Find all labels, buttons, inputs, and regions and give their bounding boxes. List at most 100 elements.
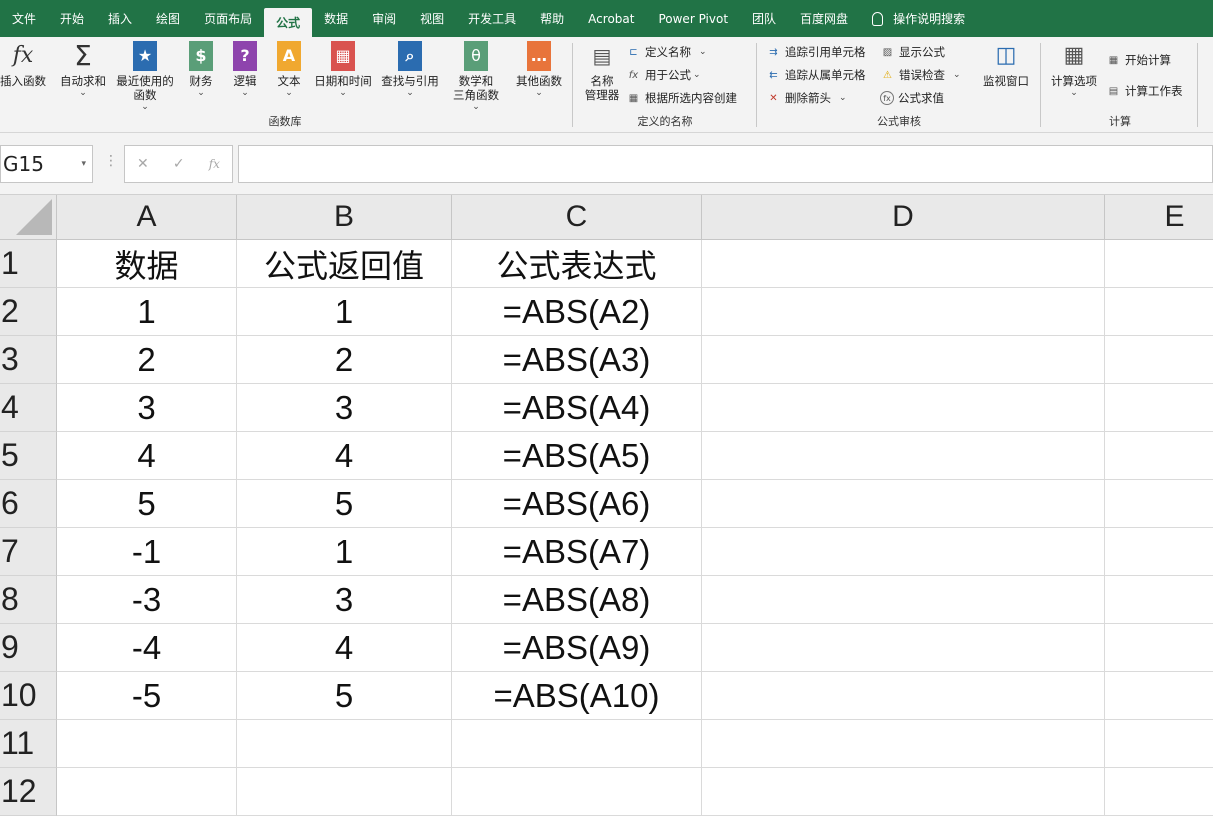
cell-a7[interactable]: -1 (57, 528, 237, 576)
column-header-a[interactable]: A (57, 195, 237, 240)
tab-baidu-netdisk[interactable]: 百度网盘 (788, 0, 860, 37)
cell-b2[interactable]: 1 (237, 288, 452, 336)
logical-button[interactable]: ? 逻辑 ⌄ (228, 41, 262, 98)
cell-b9[interactable]: 4 (237, 624, 452, 672)
column-header-b[interactable]: B (237, 195, 452, 240)
cell-a10[interactable]: -5 (57, 672, 237, 720)
enter-icon[interactable]: ✓ (173, 156, 185, 172)
lookup-reference-button[interactable]: ⌕ 查找与引用 ⌄ (378, 41, 442, 98)
tab-view[interactable]: 视图 (408, 0, 456, 37)
cell-a3[interactable]: 2 (57, 336, 237, 384)
evaluate-formula-button[interactable]: fx 公式求值 (880, 88, 944, 108)
cell-c4[interactable]: =ABS(A4) (452, 384, 702, 432)
financial-button[interactable]: $ 财务 ⌄ (184, 41, 218, 98)
cell-a4[interactable]: 3 (57, 384, 237, 432)
watch-window-button[interactable]: ◫ 监视窗口 (980, 41, 1032, 89)
row-header-4[interactable]: 4 (0, 384, 57, 432)
cell-a11[interactable] (57, 720, 237, 768)
row-header-8[interactable]: 8 (0, 576, 57, 624)
tab-file[interactable]: 文件 (0, 0, 48, 37)
row-header-1[interactable]: 1 (0, 240, 57, 288)
cell-d3[interactable] (702, 336, 1105, 384)
cell-a9[interactable]: -4 (57, 624, 237, 672)
cell-c2[interactable]: =ABS(A2) (452, 288, 702, 336)
row-header-3[interactable]: 3 (0, 336, 57, 384)
tab-insert[interactable]: 插入 (96, 0, 144, 37)
cell-b4[interactable]: 3 (237, 384, 452, 432)
math-trig-button[interactable]: θ 数学和 三角函数 ⌄ (446, 41, 506, 112)
cell-d1[interactable] (702, 240, 1105, 288)
tab-formulas[interactable]: 公式 (264, 8, 313, 37)
cell-c12[interactable] (452, 768, 702, 816)
text-button[interactable]: A 文本 ⌄ (272, 41, 306, 98)
column-header-e[interactable]: E (1105, 195, 1213, 240)
cell-e3[interactable] (1105, 336, 1213, 384)
cell-c3[interactable]: =ABS(A3) (452, 336, 702, 384)
tab-power-pivot[interactable]: Power Pivot (646, 0, 740, 37)
cell-e6[interactable] (1105, 480, 1213, 528)
row-header-2[interactable]: 2 (0, 288, 57, 336)
cell-a1[interactable]: 数据 (57, 240, 237, 288)
name-box[interactable]: G15 ▾ (0, 145, 93, 183)
cell-e1[interactable] (1105, 240, 1213, 288)
cancel-icon[interactable]: ✕ (137, 156, 149, 172)
autosum-button[interactable]: Σ 自动求和 ⌄ (58, 41, 108, 99)
cell-d5[interactable] (702, 432, 1105, 480)
cell-b11[interactable] (237, 720, 452, 768)
tab-review[interactable]: 审阅 (360, 0, 408, 37)
cell-e5[interactable] (1105, 432, 1213, 480)
fx-icon[interactable]: fx (209, 157, 220, 171)
row-header-6[interactable]: 6 (0, 480, 57, 528)
cell-c8[interactable]: =ABS(A8) (452, 576, 702, 624)
tab-page-layout[interactable]: 页面布局 (192, 0, 264, 37)
cell-d10[interactable] (702, 672, 1105, 720)
define-name-button[interactable]: ⊏ 定义名称 ⌄ (626, 42, 706, 62)
show-formulas-button[interactable]: ▨ 显示公式 (880, 42, 945, 62)
cell-a2[interactable]: 1 (57, 288, 237, 336)
chevron-down-icon[interactable]: ▾ (81, 159, 92, 169)
recently-used-button[interactable]: ★ 最近使用的 函数 ⌄ (114, 41, 176, 112)
cell-b5[interactable]: 4 (237, 432, 452, 480)
tab-developer[interactable]: 开发工具 (456, 0, 528, 37)
cell-b6[interactable]: 5 (237, 480, 452, 528)
tell-me-search[interactable]: 操作说明搜索 (860, 0, 965, 37)
tab-data[interactable]: 数据 (312, 0, 360, 37)
cell-e8[interactable] (1105, 576, 1213, 624)
column-header-c[interactable]: C (452, 195, 702, 240)
cell-d4[interactable] (702, 384, 1105, 432)
row-header-12[interactable]: 12 (0, 768, 57, 816)
date-time-button[interactable]: ▦ 日期和时间 ⌄ (312, 41, 374, 98)
cell-d7[interactable] (702, 528, 1105, 576)
cell-c9[interactable]: =ABS(A9) (452, 624, 702, 672)
cell-e11[interactable] (1105, 720, 1213, 768)
row-header-10[interactable]: 10 (0, 672, 57, 720)
row-header-5[interactable]: 5 (0, 432, 57, 480)
cell-e7[interactable] (1105, 528, 1213, 576)
trace-dependents-button[interactable]: ⇇ 追踪从属单元格 (766, 65, 865, 85)
select-all-button[interactable] (0, 195, 57, 240)
column-header-d[interactable]: D (702, 195, 1105, 240)
cell-c1[interactable]: 公式表达式 (452, 240, 702, 288)
cell-c11[interactable] (452, 720, 702, 768)
calculate-sheet-button[interactable]: ▤ 计算工作表 (1106, 81, 1183, 101)
cell-b12[interactable] (237, 768, 452, 816)
use-in-formula-button[interactable]: fx 用于公式 ⌄ (626, 65, 701, 85)
calculation-options-button[interactable]: ▦ 计算选项 ⌄ (1046, 41, 1102, 99)
error-checking-button[interactable]: ⚠ 错误检查 ⌄ (880, 65, 961, 85)
row-header-9[interactable]: 9 (0, 624, 57, 672)
cell-c6[interactable]: =ABS(A6) (452, 480, 702, 528)
tab-home[interactable]: 开始 (48, 0, 96, 37)
tab-team[interactable]: 团队 (740, 0, 788, 37)
cell-a6[interactable]: 5 (57, 480, 237, 528)
cell-d2[interactable] (702, 288, 1105, 336)
more-functions-button[interactable]: … 其他函数 ⌄ (512, 41, 566, 98)
cell-e12[interactable] (1105, 768, 1213, 816)
cell-b7[interactable]: 1 (237, 528, 452, 576)
cell-a8[interactable]: -3 (57, 576, 237, 624)
cell-a5[interactable]: 4 (57, 432, 237, 480)
tab-acrobat[interactable]: Acrobat (576, 0, 646, 37)
cell-d6[interactable] (702, 480, 1105, 528)
cell-c5[interactable]: =ABS(A5) (452, 432, 702, 480)
formula-input[interactable] (238, 145, 1213, 183)
cell-b8[interactable]: 3 (237, 576, 452, 624)
